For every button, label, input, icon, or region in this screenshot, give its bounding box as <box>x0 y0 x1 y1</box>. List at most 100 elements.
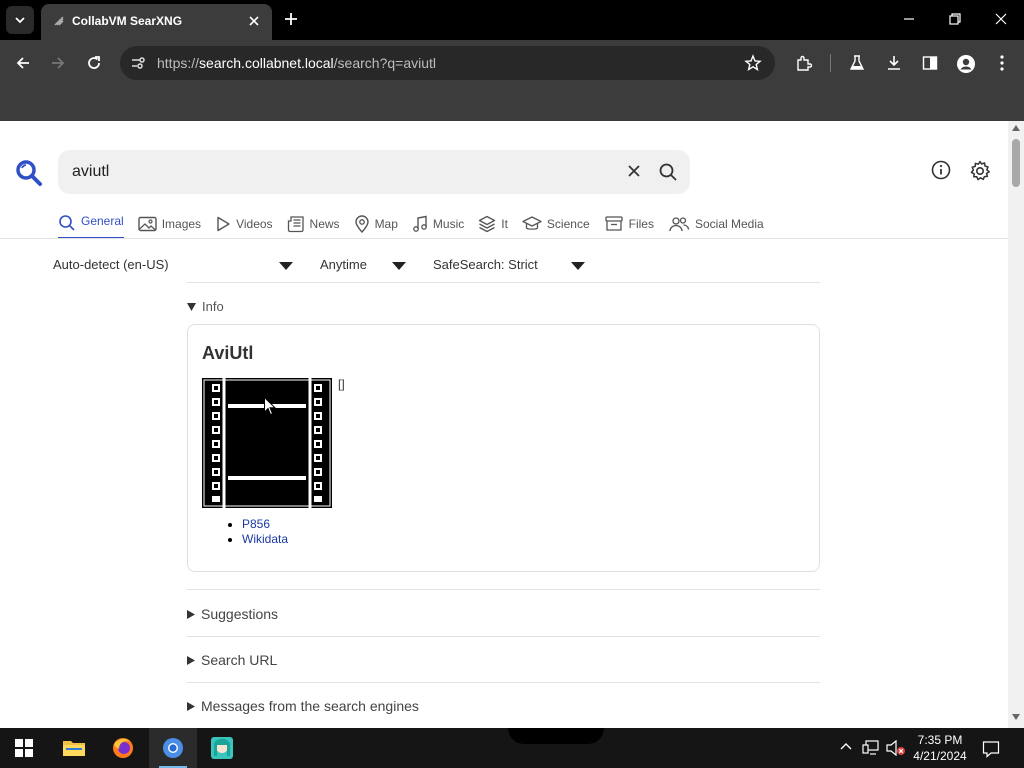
favicon-icon <box>54 16 64 26</box>
search-icon <box>59 215 75 231</box>
tab-it[interactable]: It <box>478 212 508 236</box>
tab-general[interactable]: General <box>58 212 124 239</box>
caret-down-icon[interactable] <box>279 262 293 270</box>
kebab-menu-icon[interactable] <box>995 54 1009 72</box>
chevron-up-icon[interactable] <box>839 740 853 754</box>
triangle-right-icon <box>187 609 195 619</box>
messages-toggle[interactable]: Messages from the search engines <box>187 698 419 714</box>
address-bar[interactable]: https://search.collabnet.local/search?q=… <box>120 46 775 80</box>
app-avatar-icon <box>211 737 233 759</box>
section-label: Search URL <box>201 652 278 668</box>
taskbar-app-miku[interactable] <box>198 728 246 768</box>
map-pin-icon <box>354 215 369 233</box>
taskbar-artifact <box>508 728 604 744</box>
tab-label: Images <box>161 217 202 231</box>
link-wikidata[interactable]: Wikidata <box>242 532 288 546</box>
volume-muted-icon[interactable] <box>886 740 906 756</box>
time-range-select[interactable]: Anytime <box>320 257 367 272</box>
searxng-page: aviutl General Images Videos News Map Mu… <box>0 121 1008 728</box>
section-label: Messages from the search engines <box>201 698 419 714</box>
taskbar-clock[interactable]: 7:35 PM 4/21/2024 <box>905 732 975 764</box>
caret-down-icon[interactable] <box>571 262 585 270</box>
url-path: /search?q=aviutl <box>333 55 437 71</box>
play-icon <box>217 216 230 232</box>
search-icon[interactable] <box>658 162 678 182</box>
tab-social-media[interactable]: Social Media <box>668 212 764 236</box>
new-tab-icon[interactable] <box>282 10 300 28</box>
tab-music[interactable]: Music <box>412 212 464 236</box>
info-toggle[interactable]: Info <box>187 299 224 314</box>
infobox-links: P856 Wikidata <box>242 517 288 547</box>
reload-icon[interactable] <box>84 53 104 73</box>
minimize-icon[interactable] <box>900 10 918 28</box>
clock-time: 7:35 PM <box>917 733 963 747</box>
info-icon[interactable] <box>931 160 951 180</box>
tab-files[interactable]: Files <box>604 212 654 236</box>
tab-map[interactable]: Map <box>354 212 398 236</box>
tab-title: CollabVM SearXNG <box>72 14 183 28</box>
network-icon[interactable] <box>862 740 880 756</box>
close-icon[interactable] <box>247 14 261 28</box>
extensions-icon[interactable] <box>795 54 813 72</box>
suggestions-toggle[interactable]: Suggestions <box>187 606 278 622</box>
profile-avatar-icon[interactable] <box>956 54 976 74</box>
url-text: https://search.collabnet.local/search?q=… <box>157 55 436 71</box>
infobox: AviUtl [] P856 Wikidata <box>187 324 820 572</box>
list-item: Wikidata <box>242 532 288 547</box>
triangle-right-icon <box>187 701 195 711</box>
divider <box>187 589 820 590</box>
newspaper-icon <box>287 216 304 233</box>
tab-bar: CollabVM SearXNG <box>0 0 1024 40</box>
windows-logo-icon <box>15 739 33 757</box>
safesearch-select[interactable]: SafeSearch: Strict <box>433 257 538 272</box>
language-select[interactable]: Auto-detect (en-US) <box>53 257 169 272</box>
restore-icon[interactable] <box>946 10 964 28</box>
side-panel-icon[interactable] <box>921 54 939 72</box>
mouse-cursor-icon <box>264 397 276 416</box>
url-host: search.collabnet.local <box>199 55 334 71</box>
page-scrollbar[interactable] <box>1008 121 1024 728</box>
section-label: Suggestions <box>201 606 279 622</box>
link-p856[interactable]: P856 <box>242 517 270 531</box>
tab-label: Science <box>546 217 590 231</box>
caret-down-icon[interactable] <box>392 262 406 270</box>
scroll-thumb[interactable] <box>1012 139 1020 187</box>
tab-news[interactable]: News <box>287 212 340 236</box>
scroll-up-arrow-icon[interactable] <box>1012 125 1020 131</box>
category-tabs: General Images Videos News Map Music It <box>58 212 778 240</box>
list-item: P856 <box>242 517 288 532</box>
download-icon[interactable] <box>885 54 903 72</box>
searxng-logo-icon[interactable] <box>15 159 43 187</box>
tab-label: Files <box>628 217 654 231</box>
taskbar-file-explorer[interactable] <box>50 728 98 768</box>
search-url-toggle[interactable]: Search URL <box>187 652 277 668</box>
triangle-right-icon <box>187 655 195 665</box>
search-input[interactable]: aviutl <box>58 150 690 194</box>
clear-search-icon[interactable] <box>626 163 642 179</box>
tab-label: Videos <box>236 217 273 231</box>
tab-science[interactable]: Science <box>522 212 590 236</box>
back-arrow-icon[interactable] <box>13 53 33 73</box>
tab-label: General <box>81 214 124 228</box>
info-toggle-label: Info <box>202 299 224 314</box>
tab-images[interactable]: Images <box>138 212 201 236</box>
gear-icon[interactable] <box>969 160 991 182</box>
search-query[interactable]: aviutl <box>72 163 109 181</box>
window-close-icon[interactable] <box>992 10 1010 28</box>
image-icon <box>138 216 157 232</box>
tab-videos[interactable]: Videos <box>215 212 273 236</box>
tab-label: Map <box>374 217 398 231</box>
tab-search-button[interactable] <box>6 6 34 34</box>
taskbar-firefox[interactable] <box>99 728 147 768</box>
forward-arrow-icon[interactable] <box>48 53 68 73</box>
start-button[interactable] <box>0 728 48 768</box>
scroll-down-arrow-icon[interactable] <box>1012 714 1020 720</box>
taskbar-chrome[interactable] <box>149 728 197 768</box>
bookmark-star-icon[interactable] <box>744 54 762 72</box>
folder-icon <box>63 741 85 756</box>
labs-flask-icon[interactable] <box>848 54 866 72</box>
infobox-extra: [] <box>338 377 345 391</box>
browser-tab[interactable]: CollabVM SearXNG <box>41 4 272 40</box>
site-settings-icon[interactable] <box>130 55 146 71</box>
notifications-icon[interactable] <box>982 740 1000 758</box>
